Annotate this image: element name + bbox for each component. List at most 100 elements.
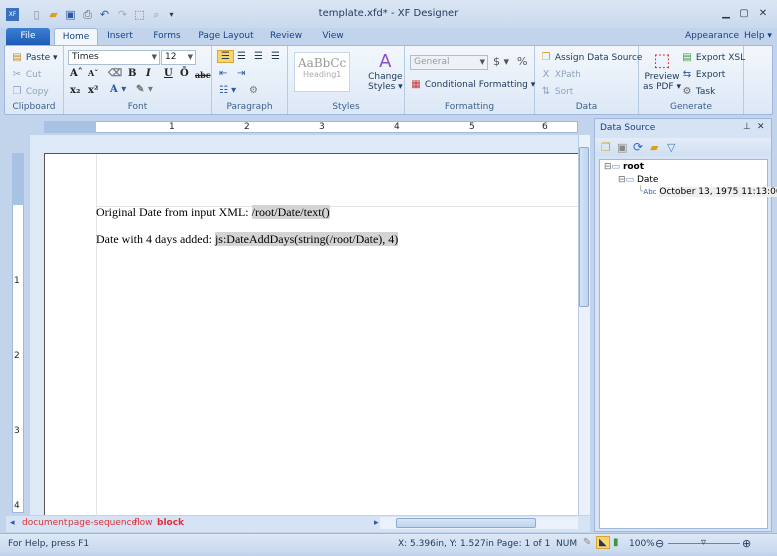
align-right-button[interactable]: ☰	[254, 51, 263, 62]
design-mode-icon[interactable]: ◣	[596, 536, 610, 549]
edit-mode-icon[interactable]: ✎	[583, 537, 591, 548]
filter-icon[interactable]: ▽	[667, 141, 675, 154]
increase-indent-icon[interactable]: ⇥	[237, 68, 245, 79]
ruler-number: 2	[14, 351, 20, 361]
zoom-level: 100%	[629, 539, 655, 549]
font-size-select[interactable]: 12 ▼	[161, 50, 196, 65]
status-bar: For Help, press F1 X: 5.396in, Y: 1.527i…	[0, 533, 777, 553]
minimize-button[interactable]: ▁	[719, 8, 733, 20]
decrease-indent-icon[interactable]: ⇤	[219, 68, 227, 79]
tab-insert[interactable]: Insert	[100, 28, 140, 45]
superscript-icon[interactable]: x²	[88, 85, 98, 96]
number-format-select[interactable]: General ▼	[410, 55, 488, 70]
data-label: Data	[575, 102, 598, 112]
export-button[interactable]: ⇆ Export	[681, 69, 726, 80]
vertical-scroll-thumb[interactable]	[579, 147, 589, 307]
refresh-icon[interactable]: ⟳	[633, 140, 643, 154]
horizontal-scroll-thumb[interactable]	[396, 518, 536, 528]
node-label: October 13, 1975 11:13:00	[659, 187, 777, 197]
export-xsl-button[interactable]: ▤ Export XSL	[681, 52, 745, 63]
tab-view[interactable]: View	[316, 28, 350, 45]
scroll-left-icon[interactable]: ◂	[10, 518, 15, 528]
breadcrumb-document[interactable]: document	[22, 518, 67, 528]
xpath-button[interactable]: X XPath	[540, 69, 581, 80]
appearance-menu[interactable]: Appearance ▾	[684, 28, 740, 58]
strikethrough-button[interactable]: abc	[195, 70, 211, 80]
vertical-ruler[interactable]: 1 2 3 4	[12, 153, 24, 513]
breadcrumb-page-sequence[interactable]: page-sequence	[68, 518, 137, 528]
generate-label: Generate	[669, 102, 713, 112]
zoom-slider-thumb[interactable]: ▿	[701, 537, 706, 548]
ruler-number: 4	[394, 122, 400, 132]
text-line-added[interactable]: Date with 4 days added: js:DateAddDays(s…	[96, 232, 399, 247]
task-button[interactable]: ⚙ Task	[681, 86, 716, 97]
ribbon-tabs: File Home Insert Forms Page Layout Revie…	[0, 28, 777, 58]
font-family-select[interactable]: Times ▼	[68, 50, 160, 65]
breadcrumb-block[interactable]: block	[157, 518, 184, 528]
zoom-in-button[interactable]: ⊕	[742, 537, 751, 550]
scroll-right-icon[interactable]: ▸	[374, 518, 379, 528]
tab-forms[interactable]: Forms	[146, 28, 188, 45]
horizontal-ruler[interactable]: 1 2 3 4 5 6	[44, 121, 578, 133]
list-icon[interactable]: ☷ ▾	[219, 85, 236, 96]
close-icon[interactable]: ✕	[757, 122, 765, 132]
preview-pdf-button[interactable]: ⬚ Preview as PDF ▾	[643, 50, 681, 92]
tree-node-date[interactable]: ⊟▭ Date	[618, 175, 658, 185]
currency-button[interactable]: $ ▾	[493, 55, 509, 68]
highlight-icon[interactable]: ✎ ▾	[136, 84, 153, 95]
save-icon[interactable]: ▣	[617, 141, 627, 154]
close-button[interactable]: ✕	[756, 8, 770, 20]
tree-node-value[interactable]: └Abc October 13, 1975 11:13:00	[638, 187, 777, 197]
align-left-button[interactable]: ☰	[217, 50, 234, 63]
help-menu[interactable]: Help ▾	[742, 28, 774, 45]
maximize-button[interactable]: ▢	[737, 8, 751, 20]
conditional-formatting-button[interactable]: ▦ Conditional Formatting ▾	[410, 79, 535, 90]
font-color-icon[interactable]: A ▾	[110, 84, 126, 95]
assign-data-source-button[interactable]: ❐ Assign Data Source	[540, 52, 643, 63]
tab-page-layout[interactable]: Page Layout	[196, 28, 256, 45]
conditional-formatting-label: Conditional Formatting	[424, 80, 528, 90]
clear-format-icon[interactable]: ⌫	[108, 68, 122, 79]
chevron-down-icon: ▼	[479, 58, 485, 66]
percent-button[interactable]: %	[517, 55, 527, 68]
change-styles-button[interactable]: A Change Styles ▾	[368, 52, 403, 93]
group-generate: ⬚ Preview as PDF ▾ ▤ Export XSL ⇆ Export…	[639, 46, 745, 114]
cut-button[interactable]: ✂ Cut	[11, 69, 42, 80]
italic-button[interactable]: I	[146, 68, 151, 79]
zoom-out-button[interactable]: ⊖	[655, 537, 664, 550]
sort-button[interactable]: ⇅ Sort	[540, 86, 574, 97]
xpath-field[interactable]: /root/Date/text()	[251, 205, 330, 219]
shrink-font-icon[interactable]: Aˇ	[88, 68, 98, 78]
subscript-icon[interactable]: x₂	[70, 85, 80, 96]
style-gallery[interactable]: AaBbCc Heading1	[294, 52, 350, 92]
overline-button[interactable]: Ō	[180, 68, 189, 79]
justify-button[interactable]: ☰	[271, 51, 280, 62]
page-view-icon[interactable]: ▮	[613, 537, 619, 548]
tab-home[interactable]: Home	[54, 28, 98, 45]
text-line-original[interactable]: Original Date from input XML: /root/Date…	[96, 205, 330, 220]
breadcrumb-flow[interactable]: flow	[134, 518, 153, 528]
align-center-button[interactable]: ☰	[237, 51, 246, 62]
text-label: Original Date from input XML:	[96, 205, 252, 219]
group-data: ❐ Assign Data Source X XPath ⇅ Sort Data	[535, 46, 643, 114]
export-icon: ⇆	[682, 69, 692, 80]
copy-button[interactable]: ❐ Copy	[11, 86, 49, 97]
grow-font-icon[interactable]: Aˆ	[70, 68, 83, 79]
font-label: Font	[127, 102, 148, 112]
open-folder-icon[interactable]: ▰	[650, 141, 658, 154]
new-source-icon[interactable]: ❐	[601, 141, 611, 154]
tree-node-root[interactable]: ⊟▭ root	[604, 162, 644, 172]
pin-icon[interactable]: ⊥	[743, 122, 751, 132]
tab-file[interactable]: File	[6, 28, 50, 45]
bold-button[interactable]: B	[128, 68, 136, 79]
paste-icon: ▤	[12, 52, 22, 63]
paragraph-settings-icon[interactable]: ⚙	[249, 85, 258, 96]
underline-button[interactable]: U	[164, 68, 173, 79]
tab-review[interactable]: Review	[266, 28, 306, 45]
paste-button[interactable]: ▤ Paste ▾	[11, 52, 57, 63]
group-formatting: General ▼ $ ▾ % ▦ Conditional Formatting …	[405, 46, 535, 114]
group-font: Times ▼ 12 ▼ Aˆ Aˇ ⌫ B I U Ō abc x₂ x² A ▾…	[64, 46, 212, 114]
document-page[interactable]: Original Date from input XML: /root/Date…	[44, 153, 579, 516]
font-family-value: Times	[72, 52, 99, 62]
xpath-field[interactable]: js:DateAddDays(string(/root/Date), 4)	[214, 232, 399, 246]
